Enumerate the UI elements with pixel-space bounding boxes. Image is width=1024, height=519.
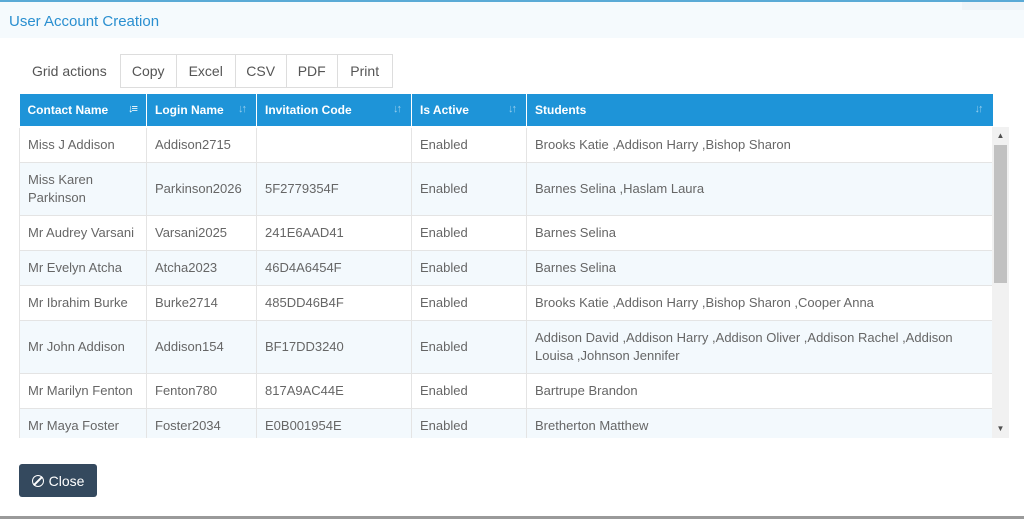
grid-container: Contact Name ↓≡ Login Name ↓↑ Invitation… [19,94,1009,438]
cell-students: Brooks Katie ,Addison Harry ,Bishop Shar… [526,285,993,321]
cell-invitation-code [256,127,412,163]
header-tab-edge [962,2,1024,10]
pdf-button[interactable]: PDF [285,54,338,88]
cell-invitation-code: E0B001954E [256,408,412,438]
table-row[interactable]: Miss J Addison Addison2715 Enabled Brook… [19,127,993,163]
cell-is-active: Enabled [411,162,527,216]
column-header-login-name[interactable]: Login Name ↓↑ [146,94,257,128]
cell-is-active: Enabled [411,127,527,163]
table-row[interactable]: Mr Evelyn Atcha Atcha2023 46D4A6454F Ena… [19,250,993,286]
dialog-header: User Account Creation [0,2,1024,38]
scroll-up-arrow-icon[interactable]: ▲ [992,129,1009,143]
cell-is-active: Enabled [411,285,527,321]
sort-alpha-icon[interactable]: ↓≡ [128,103,139,117]
cell-students: Bartrupe Brandon [526,373,993,409]
sort-icon[interactable]: ↓↑ [508,103,519,117]
cell-students: Brooks Katie ,Addison Harry ,Bishop Shar… [526,127,993,163]
cell-is-active: Enabled [411,408,527,438]
cell-contact-name: Mr Marilyn Fenton [19,373,147,409]
cell-contact-name: Mr Maya Foster [19,408,147,438]
cell-contact-name: Mr Evelyn Atcha [19,250,147,286]
cell-invitation-code: 241E6AAD41 [256,215,412,251]
close-button[interactable]: Close [19,464,97,497]
column-header-is-active[interactable]: Is Active ↓↑ [411,94,527,128]
ban-icon [31,474,44,487]
table-row[interactable]: Mr Marilyn Fenton Fenton780 817A9AC44E E… [19,373,993,409]
sort-icon[interactable]: ↓↑ [238,103,249,117]
cell-login-name: Fenton780 [146,373,257,409]
cell-invitation-code: 5F2779354F [256,162,412,216]
cell-contact-name: Mr John Addison [19,320,147,374]
column-header-contact-name[interactable]: Contact Name ↓≡ [19,94,147,128]
column-header-invitation-code[interactable]: Invitation Code ↓↑ [256,94,412,128]
cell-contact-name: Mr Audrey Varsani [19,215,147,251]
copy-button[interactable]: Copy [119,54,177,88]
close-button-label: Close [48,472,85,489]
grid-actions-label: Grid actions [32,63,107,79]
cell-students: Barnes Selina [526,250,993,286]
cell-invitation-code: 485DD46B4F [256,285,412,321]
csv-button[interactable]: CSV [234,54,287,88]
cell-login-name: Addison2715 [146,127,257,163]
cell-invitation-code: 46D4A6454F [256,250,412,286]
cell-students: Bretherton Matthew [526,408,993,438]
column-header-students[interactable]: Students ↓↑ [526,94,993,128]
accounts-table: Contact Name ↓≡ Login Name ↓↑ Invitation… [19,94,993,438]
table-scrollbar[interactable]: ▲ ▼ [992,127,1009,438]
scrollbar-thumb[interactable] [994,145,1007,283]
table-row[interactable]: Mr Audrey Varsani Varsani2025 241E6AAD41… [19,215,993,251]
cell-login-name: Foster2034 [146,408,257,438]
cell-is-active: Enabled [411,320,527,374]
cell-login-name: Varsani2025 [146,215,257,251]
page-title: User Account Creation [9,13,160,30]
cell-invitation-code: 817A9AC44E [256,373,412,409]
cell-students: Barnes Selina [526,215,993,251]
table-row[interactable]: Mr John Addison Addison154 BF17DD3240 En… [19,320,993,374]
cell-login-name: Burke2714 [146,285,257,321]
excel-button[interactable]: Excel [175,54,236,88]
scroll-down-arrow-icon[interactable]: ▼ [992,422,1009,436]
cell-is-active: Enabled [411,215,527,251]
cell-contact-name: Miss Karen Parkinson [19,162,147,216]
table-row[interactable]: Mr Maya Foster Foster2034 E0B001954E Ena… [19,408,993,438]
cell-invitation-code: BF17DD3240 [256,320,412,374]
cell-is-active: Enabled [411,373,527,409]
cell-login-name: Parkinson2026 [146,162,257,216]
table-header-row: Contact Name ↓≡ Login Name ↓↑ Invitation… [19,94,993,128]
print-button[interactable]: Print [336,54,393,88]
table-row[interactable]: Miss Karen Parkinson Parkinson2026 5F277… [19,162,993,216]
cell-is-active: Enabled [411,250,527,286]
cell-contact-name: Mr Ibrahim Burke [19,285,147,321]
cell-login-name: Addison154 [146,320,257,374]
cell-students: Addison David ,Addison Harry ,Addison Ol… [526,320,993,374]
cell-contact-name: Miss J Addison [19,127,147,163]
sort-icon[interactable]: ↓↑ [975,103,986,117]
cell-students: Barnes Selina ,Haslam Laura [526,162,993,216]
grid-actions-toolbar: Grid actions Copy Excel CSV PDF Print [19,54,393,88]
cell-login-name: Atcha2023 [146,250,257,286]
sort-icon[interactable]: ↓↑ [393,103,404,117]
table-row[interactable]: Mr Ibrahim Burke Burke2714 485DD46B4F En… [19,285,993,321]
